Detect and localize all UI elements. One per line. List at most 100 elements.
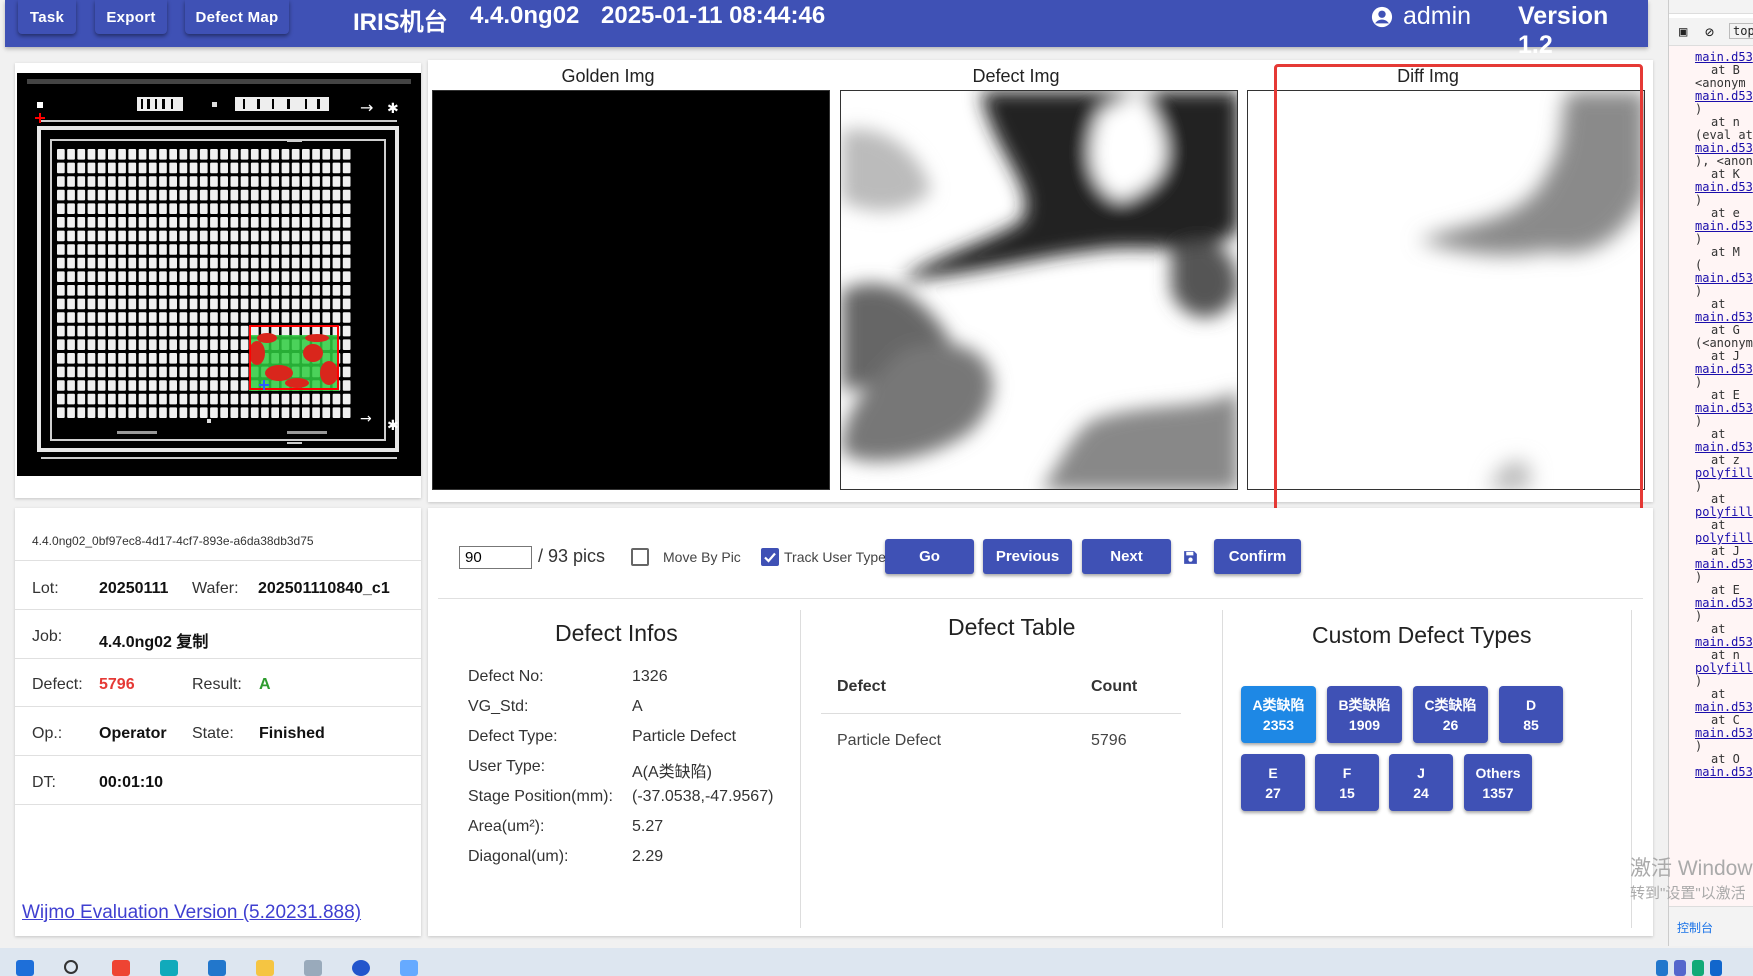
console-line: at	[1711, 427, 1726, 441]
defect-image[interactable]	[840, 90, 1238, 490]
console-line[interactable]: polyfill	[1695, 505, 1753, 519]
user-menu[interactable]: admin	[1371, 2, 1471, 31]
console-line: )	[1695, 414, 1703, 428]
save-icon[interactable]	[1182, 549, 1199, 571]
type-button-a[interactable]: A类缺陷 2353	[1241, 686, 1316, 743]
context-selector[interactable]: top	[1729, 23, 1753, 39]
sidebar-toggle-icon[interactable]: ▣	[1679, 24, 1687, 40]
console-line[interactable]: main.d53	[1695, 401, 1753, 415]
defect-map-button[interactable]: Defect Map	[185, 0, 289, 34]
console-line[interactable]: main.d53	[1695, 362, 1753, 376]
clear-console-icon[interactable]: ⊘	[1705, 23, 1714, 41]
console-line[interactable]: polyfill	[1695, 466, 1753, 480]
console-line[interactable]: main.d53	[1695, 726, 1753, 740]
app-version: Version 1.2	[1518, 2, 1609, 59]
edge-icon[interactable]	[160, 960, 178, 976]
defect-no-value: 1326	[632, 668, 668, 685]
console-line[interactable]: main.d53	[1695, 700, 1753, 714]
type-count: 85	[1523, 716, 1539, 733]
console-line: ), <anony	[1695, 154, 1753, 168]
track-user-type-checkbox[interactable]	[761, 548, 779, 566]
console-line[interactable]: main.d53	[1695, 596, 1753, 610]
defect-table-title: Defect Table	[948, 614, 1076, 640]
top-header: Task Export Defect Map IRIS机台 4.4.0ng02 …	[5, 0, 1648, 59]
console-line[interactable]: polyfill	[1695, 531, 1753, 545]
export-button[interactable]: Export	[95, 0, 167, 34]
console-line[interactable]: main.d53	[1695, 141, 1753, 155]
console-line: at G	[1711, 323, 1740, 337]
table-header-defect: Defect	[837, 678, 886, 695]
browser-icon[interactable]	[352, 960, 370, 976]
confirm-button[interactable]: Confirm	[1214, 539, 1301, 574]
console-line[interactable]: main.d53	[1695, 271, 1753, 285]
tool-icon[interactable]	[304, 960, 322, 976]
console-line[interactable]: main.d53	[1695, 557, 1753, 571]
start-icon[interactable]	[16, 960, 34, 976]
console-line[interactable]: main.d53	[1695, 180, 1753, 194]
svg-text:✱: ✱	[387, 418, 399, 434]
console-line[interactable]: main.d53	[1695, 89, 1753, 103]
wijmo-evaluation-link[interactable]: Wijmo Evaluation Version (5.20231.888)	[22, 902, 361, 924]
type-name: A类缺陷	[1252, 696, 1305, 713]
console-line: at	[1711, 622, 1726, 636]
type-count: 24	[1413, 784, 1429, 801]
table-row-count[interactable]: 5796	[1091, 732, 1127, 750]
page-number-input[interactable]	[459, 546, 532, 569]
track-user-type-label: Track User Type	[784, 549, 886, 565]
console-line: (	[1695, 258, 1703, 272]
defect-no-label: Defect No:	[468, 668, 544, 685]
previous-button[interactable]: Previous	[983, 539, 1072, 574]
move-by-pic-checkbox[interactable]	[631, 548, 649, 566]
wafer-map[interactable]: → ✱ → ✱	[17, 73, 421, 476]
console-line: )	[1695, 479, 1703, 493]
defect-img-title: Defect Img	[972, 66, 1060, 86]
wps-icon[interactable]	[112, 960, 130, 976]
console-line: )	[1695, 193, 1703, 207]
console-line[interactable]: main.d53	[1695, 440, 1753, 454]
search-icon[interactable]	[64, 960, 78, 974]
console-line: )	[1695, 232, 1703, 246]
console-line[interactable]: main.d53	[1695, 219, 1753, 233]
go-button[interactable]: Go	[885, 539, 974, 574]
area-value: 5.27	[632, 818, 664, 835]
type-button-j[interactable]: J 24	[1389, 754, 1453, 811]
stage-position-value: (-37.0538,-47.9567)	[632, 788, 774, 805]
table-row-defect[interactable]: Particle Defect	[837, 732, 941, 750]
next-button[interactable]: Next	[1082, 539, 1171, 574]
tray-icon-2[interactable]	[1674, 960, 1686, 976]
type-name: C类缺陷	[1424, 696, 1477, 713]
console-line: at O	[1711, 752, 1740, 766]
chat-icon[interactable]	[400, 960, 418, 976]
type-button-c[interactable]: C类缺陷 26	[1413, 686, 1488, 743]
tray-icon-1[interactable]	[1656, 960, 1668, 976]
type-button-f[interactable]: F 15	[1315, 754, 1379, 811]
console-line[interactable]: main.d53	[1695, 635, 1753, 649]
type-button-others[interactable]: Others 1357	[1464, 754, 1532, 811]
console-line[interactable]: main.d53	[1695, 50, 1753, 64]
app-icon[interactable]	[208, 960, 226, 976]
console-line[interactable]: main.d53	[1695, 765, 1753, 779]
type-button-e[interactable]: E 27	[1241, 754, 1305, 811]
datetime: 2025-01-11 08:44:46	[601, 2, 826, 29]
type-name: B类缺陷	[1338, 696, 1391, 713]
console-line: at	[1711, 518, 1726, 532]
type-button-d[interactable]: D 85	[1499, 686, 1563, 743]
type-button-b[interactable]: B类缺陷 1909	[1327, 686, 1402, 743]
wafer-value: 202501110840_c1	[258, 580, 390, 597]
console-line[interactable]: main.d53	[1695, 310, 1753, 324]
folder-icon[interactable]	[256, 960, 274, 976]
console-line: <anonym	[1695, 76, 1746, 90]
task-button[interactable]: Task	[18, 0, 76, 34]
console-line: )	[1695, 570, 1703, 584]
golden-image[interactable]	[432, 90, 830, 490]
type-name: F	[1342, 764, 1352, 781]
type-name: Others	[1475, 764, 1521, 781]
wafer-map-card: → ✱ → ✱	[15, 63, 421, 498]
tray-icon-4[interactable]	[1710, 960, 1722, 976]
console-line[interactable]: polyfill	[1695, 661, 1753, 675]
console-tab[interactable]: 控制台	[1677, 919, 1713, 936]
wafer-label: Wafer:	[192, 580, 239, 597]
tray-icon-3[interactable]	[1692, 960, 1704, 976]
type-count: 15	[1339, 784, 1355, 801]
type-count: 1357	[1482, 784, 1514, 801]
